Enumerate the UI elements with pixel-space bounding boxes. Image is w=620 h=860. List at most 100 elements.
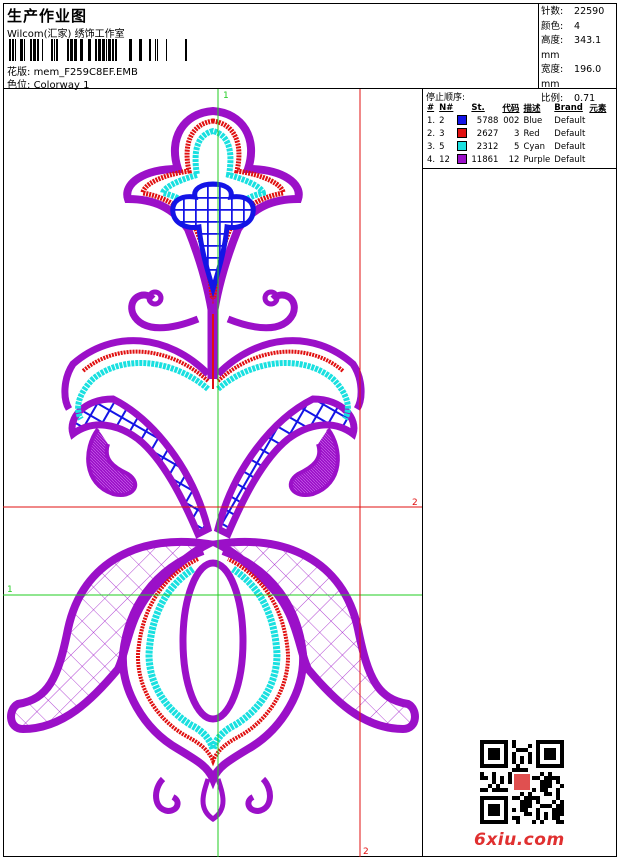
qr-module: [540, 788, 544, 792]
stop-cell-st: 11861: [471, 154, 499, 165]
qr-module: [528, 800, 532, 804]
qr-module: [548, 784, 552, 788]
qr-module: [532, 776, 536, 780]
stop-cell-code: 3: [514, 128, 520, 139]
qr-module: [512, 796, 516, 800]
qr-module: [500, 776, 504, 780]
qr-module: [552, 776, 556, 780]
qr-module: [556, 812, 560, 816]
qr-module: [556, 804, 560, 808]
barcode-bar: [70, 39, 73, 61]
qr-module: [556, 788, 560, 792]
qr-module: [528, 752, 532, 756]
barcode-bar: [157, 39, 158, 61]
stop-cell-desc: Cyan: [523, 141, 545, 152]
qr-module: [536, 812, 540, 816]
qr-module: [544, 784, 548, 788]
qr-module: [536, 776, 540, 780]
qr-module: [544, 812, 548, 816]
qr-module: [480, 776, 484, 780]
qr-module: [560, 804, 564, 808]
qr-module: [512, 740, 516, 744]
stop-cell-idx: 1.: [427, 115, 436, 126]
qr-module: [560, 808, 564, 812]
qr-module: [556, 792, 560, 796]
stop-sequence-table: # N# St. 代码 描述 Brand 元素 1. 2 5788 002 Blue De…: [425, 101, 608, 166]
qr-module: [532, 796, 536, 800]
qr-module: [544, 804, 548, 808]
qr-module: [528, 760, 532, 764]
qr-module: [520, 804, 524, 808]
qr-module: [520, 808, 524, 812]
barcode-bar: [37, 39, 39, 61]
qr-module: [492, 772, 496, 776]
barcode-bar: [80, 39, 83, 61]
qr-module: [512, 768, 516, 772]
qr-module: [520, 768, 524, 772]
qr-module: [544, 788, 548, 792]
qr-module: [516, 816, 520, 820]
qr-module: [508, 772, 512, 776]
barcode-bar: [74, 39, 77, 61]
qr-module: [496, 784, 500, 788]
qr-module: [536, 816, 540, 820]
qr-module: [520, 792, 524, 796]
qr-module: [480, 788, 484, 792]
qr-module: [512, 744, 516, 748]
barcode-bar: [30, 39, 32, 61]
watermark-site: 6xiu.com: [474, 830, 565, 850]
qr-module: [560, 800, 564, 804]
qr-module: [548, 792, 552, 796]
qr-module: [520, 760, 524, 764]
qr-module: [524, 812, 528, 816]
qr-module: [516, 796, 520, 800]
barcode-bar: [54, 39, 55, 61]
color-swatch: [457, 141, 468, 152]
barcode-bar: [42, 39, 43, 61]
qr-module: [516, 820, 520, 824]
qr-module: [516, 764, 520, 768]
qr-module: [548, 804, 552, 808]
barcode-bar: [139, 39, 142, 61]
barcode-bar: [15, 39, 16, 61]
stop-cell-idx: 2.: [427, 128, 436, 139]
qr-module: [536, 800, 540, 804]
qr-module: [484, 776, 488, 780]
barcode-bar: [24, 39, 25, 61]
barcode-bar: [98, 39, 101, 61]
qr-finder: [488, 804, 500, 816]
qr-module: [524, 796, 528, 800]
lower-bulb: [7, 537, 419, 823]
qr-module: [540, 820, 544, 824]
barcode-bar: [115, 39, 117, 61]
embroidery-design: 1 2 1 2: [3, 89, 422, 857]
stop-cell-st: 2627: [476, 128, 499, 139]
qr-module: [556, 796, 560, 800]
stop-cell-code: 002: [503, 115, 520, 126]
stop-cell-brand: Default: [554, 154, 586, 165]
qr-module: [552, 816, 556, 820]
header-info-panel: 生产作业图 Wilcom(汇家) 绣饰工作室 花版: mem_F259C8EF.…: [3, 3, 539, 91]
stop-cell-brand: Default: [554, 128, 586, 139]
qr-module: [484, 788, 488, 792]
stop-cell-desc: Red: [523, 128, 540, 139]
stop-cell-n: 2: [439, 115, 445, 126]
stop-cell-idx: 4.: [427, 154, 436, 165]
qr-module: [544, 792, 548, 796]
qr-module: [512, 760, 516, 764]
qr-module: [516, 768, 520, 772]
barcode-bar: [185, 39, 187, 61]
stop-cell-st: 2312: [476, 141, 499, 152]
color-swatch: [457, 115, 468, 126]
qr-module: [512, 816, 516, 820]
qr-module: [552, 808, 556, 812]
qr-module: [548, 780, 552, 784]
qr-module: [544, 776, 548, 780]
qr-module: [536, 796, 540, 800]
stop-cell-idx: 3.: [427, 141, 436, 152]
barcode-bar: [67, 39, 69, 61]
stop-cell-st: 5788: [476, 115, 499, 126]
stop-cell-desc: Purple: [523, 154, 551, 165]
qr-module: [492, 788, 496, 792]
stat-height: 高度: 343.1 mm: [541, 35, 602, 61]
